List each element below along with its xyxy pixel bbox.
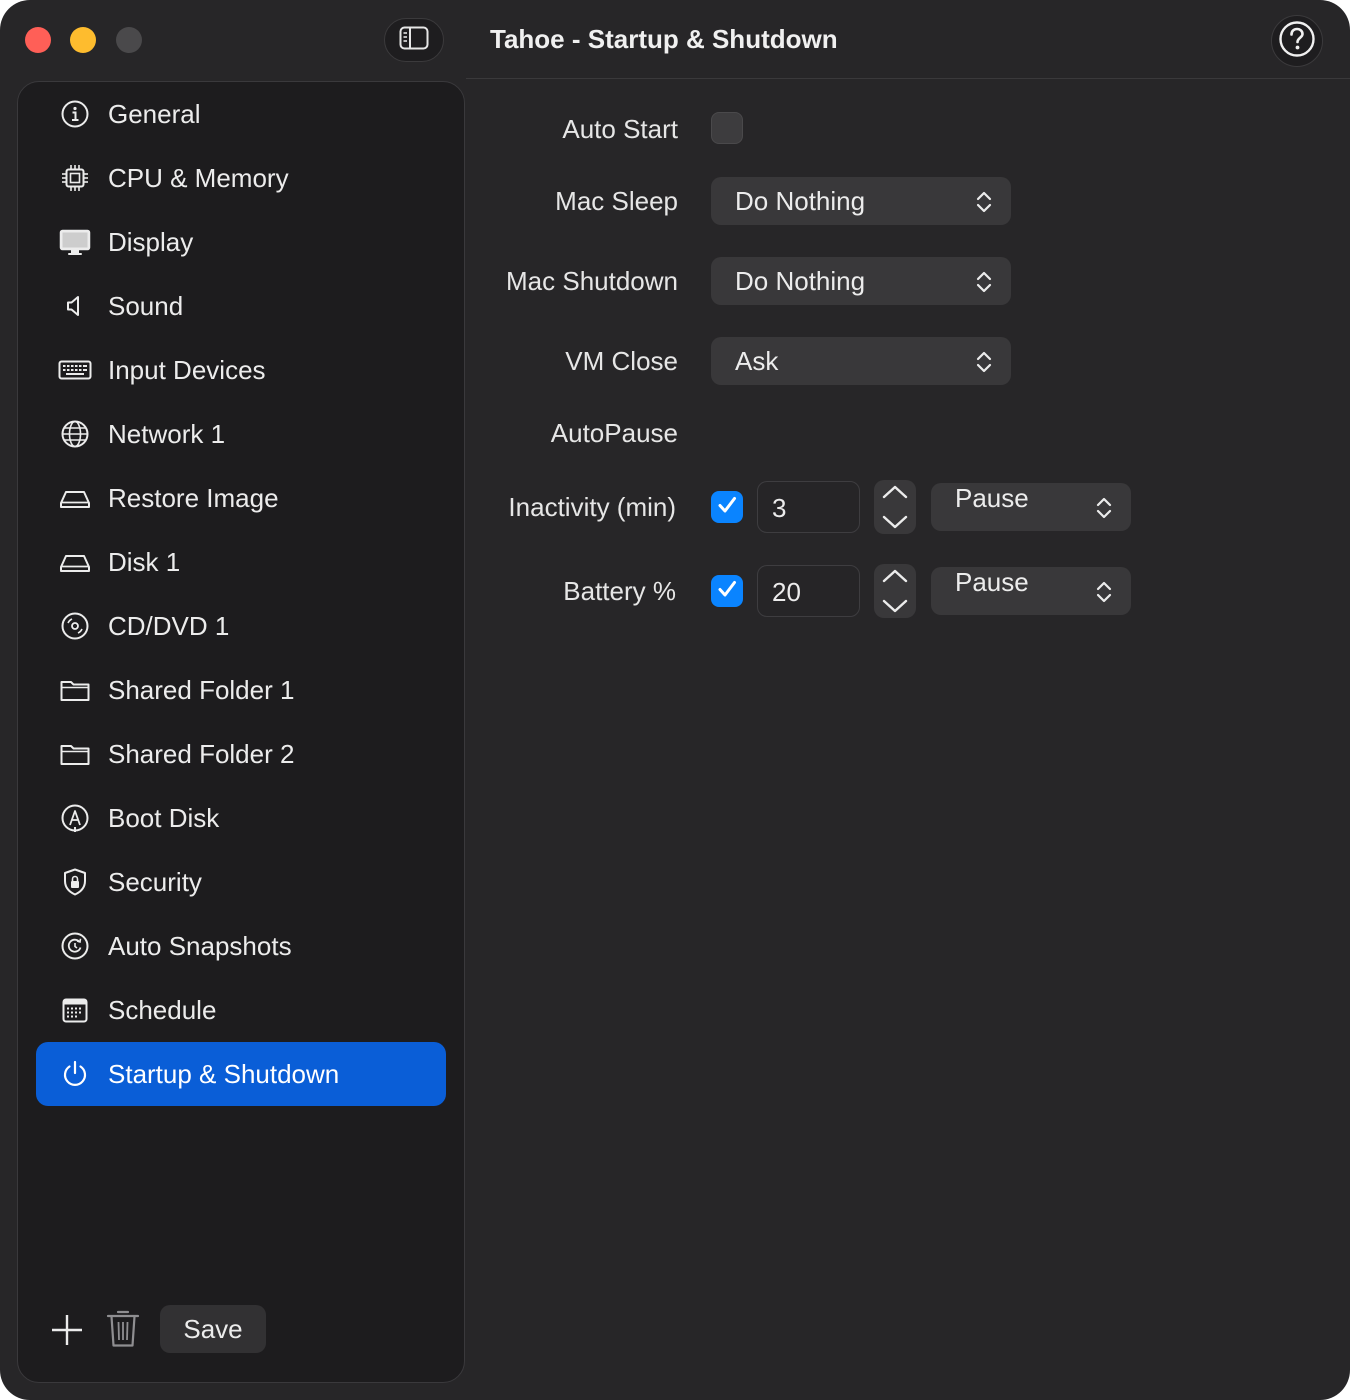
info-circle-icon (58, 97, 92, 131)
inactivity-stepper[interactable] (874, 480, 916, 534)
up-down-chevron-icon (975, 349, 993, 375)
zoom-window-button[interactable] (116, 27, 142, 53)
sidebar-item-label: Shared Folder 2 (108, 738, 295, 769)
battery-percent-field[interactable]: 20 (757, 565, 860, 617)
vm-close-label: VM Close (565, 346, 678, 376)
sidebar-item-schedule[interactable]: Schedule (36, 978, 446, 1042)
power-icon (58, 1057, 92, 1091)
trash-icon (104, 1310, 142, 1353)
sidebar-item-label: Schedule (108, 994, 217, 1025)
minimize-window-button[interactable] (70, 27, 96, 53)
checkmark-icon (715, 493, 739, 522)
vm-close-popup[interactable]: Ask (711, 337, 1011, 385)
battery-percent-value: 20 (772, 577, 801, 607)
sidebar-item-label: Shared Folder 1 (108, 674, 295, 705)
keyboard-icon (58, 353, 92, 387)
sidebar-item-label: Display (108, 226, 194, 257)
sidebar-item-label: Network 1 (108, 418, 226, 449)
sidebar-item-display[interactable]: Display (36, 210, 446, 274)
sidebar: General CPU & Memory Display Sound Input (17, 81, 465, 1383)
mac-shutdown-label: Mac Shutdown (506, 266, 678, 296)
display-icon (58, 225, 92, 259)
header-divider (466, 78, 1350, 79)
sidebar-item-general[interactable]: General (36, 82, 446, 146)
sidebar-toggle-button[interactable] (384, 18, 444, 62)
sidebar-item-label: Startup & Shutdown (108, 1058, 340, 1089)
mac-shutdown-value: Do Nothing (735, 265, 866, 296)
save-button[interactable]: Save (160, 1305, 266, 1353)
question-mark-icon (1278, 20, 1316, 63)
mac-shutdown-popup[interactable]: Do Nothing (711, 257, 1011, 305)
battery-stepper[interactable] (874, 564, 916, 618)
sidebar-item-auto-snapshots[interactable]: Auto Snapshots (36, 914, 446, 978)
checkmark-icon (715, 577, 739, 606)
mac-sleep-label: Mac Sleep (555, 186, 678, 216)
sidebar-item-label: General (108, 98, 201, 129)
drive-icon (58, 481, 92, 515)
battery-action-popup[interactable]: Pause (931, 567, 1131, 615)
snapshot-clock-icon (58, 929, 92, 963)
stepper-arrows-icon (882, 569, 908, 613)
mac-sleep-value: Do Nothing (735, 185, 866, 216)
sidebar-item-input-devices[interactable]: Input Devices (36, 338, 446, 402)
sidebar-item-security[interactable]: Security (36, 850, 446, 914)
sidebar-item-cd-dvd-1[interactable]: CD/DVD 1 (36, 594, 446, 658)
window-title: Tahoe - Startup & Shutdown (490, 24, 838, 54)
sidebar-item-disk-1[interactable]: Disk 1 (36, 530, 446, 594)
inactivity-label: Inactivity (min) (508, 492, 676, 522)
sidebar-item-sound[interactable]: Sound (36, 274, 446, 338)
plus-icon (48, 1315, 86, 1353)
battery-label: Battery % (563, 576, 676, 606)
cpu-chip-icon (58, 161, 92, 195)
delete-button[interactable] (104, 1307, 142, 1349)
sidebar-item-cpu-memory[interactable]: CPU & Memory (36, 146, 446, 210)
calendar-icon (58, 993, 92, 1027)
sidebar-item-label: Auto Snapshots (108, 930, 292, 961)
sidebar-item-label: Disk 1 (108, 546, 181, 577)
battery-checkbox[interactable] (711, 575, 743, 607)
up-down-chevron-icon (975, 189, 993, 215)
help-button[interactable] (1271, 15, 1323, 67)
sidebar-item-label: Security (108, 866, 202, 897)
globe-icon (58, 417, 92, 451)
sidebar-item-shared-folder-2[interactable]: Shared Folder 2 (36, 722, 446, 786)
sidebar-item-startup-shutdown[interactable]: Startup & Shutdown (36, 1042, 446, 1106)
auto-start-checkbox[interactable] (711, 112, 743, 144)
folder-icon (58, 737, 92, 771)
folder-icon (58, 673, 92, 707)
disc-icon (58, 609, 92, 643)
sidebar-item-boot-disk[interactable]: Boot Disk (36, 786, 446, 850)
sidebar-item-network-1[interactable]: Network 1 (36, 402, 446, 466)
sidebar-item-label: CD/DVD 1 (108, 610, 230, 641)
inactivity-minutes-field[interactable]: 3 (757, 481, 860, 533)
speaker-icon (58, 289, 92, 323)
mac-sleep-popup[interactable]: Do Nothing (711, 177, 1011, 225)
window: Tahoe - Startup & Shutdown General CPU &… (0, 0, 1350, 1400)
sidebar-toggle-icon (399, 26, 429, 55)
close-window-button[interactable] (25, 27, 51, 53)
sidebar-item-label: Sound (108, 290, 184, 321)
battery-action-value: Pause (955, 567, 1029, 597)
sidebar-item-label: Restore Image (108, 482, 279, 513)
sidebar-item-restore-image[interactable]: Restore Image (36, 466, 446, 530)
up-down-chevron-icon (1095, 495, 1113, 521)
auto-start-label: Auto Start (562, 114, 678, 144)
boot-disk-icon (58, 801, 92, 835)
inactivity-action-value: Pause (955, 483, 1029, 513)
inactivity-checkbox[interactable] (711, 491, 743, 523)
shield-lock-icon (58, 865, 92, 899)
sidebar-item-label: CPU & Memory (108, 162, 289, 193)
up-down-chevron-icon (1095, 579, 1113, 605)
stepper-arrows-icon (882, 485, 908, 529)
inactivity-minutes-value: 3 (772, 493, 787, 523)
drive-icon (58, 545, 92, 579)
sidebar-item-label: Boot Disk (108, 802, 220, 833)
add-button[interactable] (48, 1311, 86, 1349)
sidebar-item-shared-folder-1[interactable]: Shared Folder 1 (36, 658, 446, 722)
autopause-label: AutoPause (550, 418, 678, 448)
up-down-chevron-icon (975, 269, 993, 295)
inactivity-action-popup[interactable]: Pause (931, 483, 1131, 531)
sidebar-item-label: Input Devices (108, 354, 266, 385)
vm-close-value: Ask (735, 345, 779, 376)
